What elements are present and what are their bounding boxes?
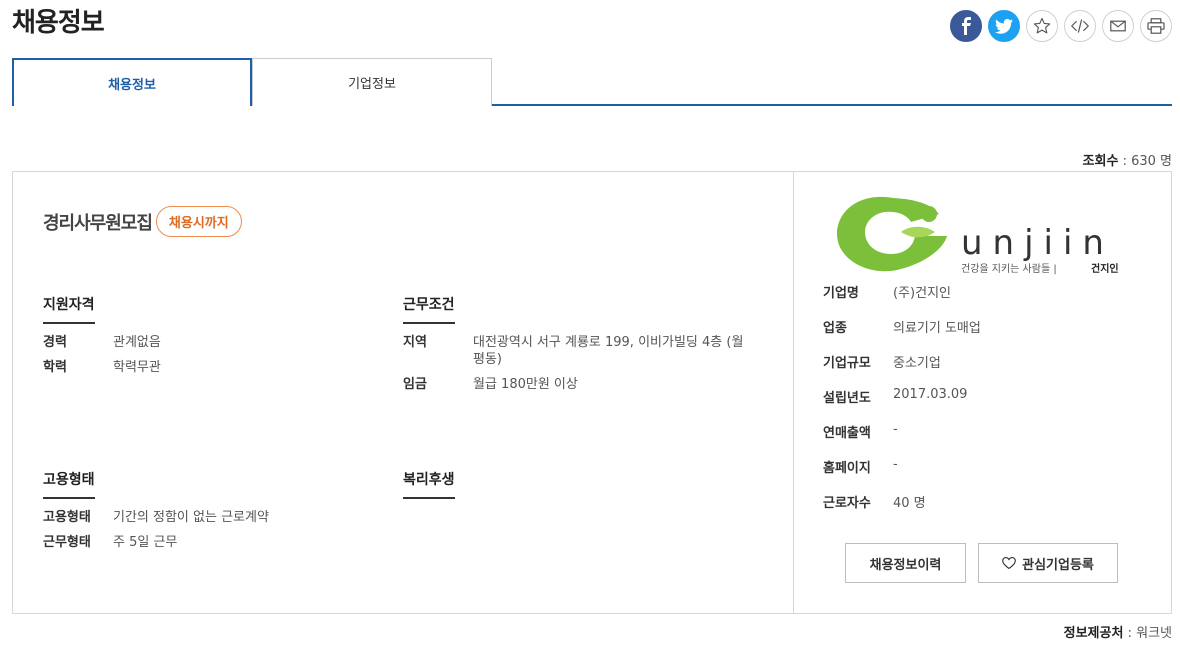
row-value: 관계없음 — [113, 335, 161, 350]
condition-row: 지역 대전광역시 서구 계룡로 199, 이비가빌딩 4층 (월평동) — [403, 334, 753, 368]
company-row: 설립년도 2017.03.09 — [823, 387, 981, 422]
favorite-company-label: 관심기업등록 — [1022, 557, 1094, 573]
row-value: - — [893, 457, 898, 472]
welfare-section: 복리후생 — [403, 469, 455, 499]
company-row: 근로자수 40 명 — [823, 492, 981, 527]
deadline-badge: 채용시까지 — [155, 206, 242, 237]
bookmark-button[interactable] — [1026, 10, 1058, 42]
row-value: 주 5일 근무 — [113, 535, 178, 550]
conditions-heading: 근무조건 — [403, 294, 455, 324]
row-value: - — [893, 422, 898, 437]
print-icon — [1147, 18, 1165, 34]
employment-row: 고용형태 기간의 정함이 없는 근로계약 — [43, 509, 269, 526]
panel-divider — [793, 172, 794, 613]
heart-icon — [1002, 557, 1016, 569]
share-toolbar — [950, 10, 1172, 42]
row-value: 학력무관 — [113, 360, 161, 375]
qualification-row: 경력 관계없음 — [43, 334, 161, 351]
row-value: 기간의 정함이 없는 근로계약 — [113, 510, 269, 525]
qualifications-section: 지원자격 경력 관계없음 학력 학력무관 — [43, 294, 161, 376]
row-key: 근무형태 — [43, 535, 91, 550]
info-source-label: 정보제공처 — [1063, 626, 1124, 641]
tab-job-info[interactable]: 채용정보 — [12, 58, 252, 106]
row-key: 기업명 — [823, 286, 859, 301]
row-value: 의료기기 도매업 — [893, 321, 981, 336]
company-row: 홈페이지 - — [823, 457, 981, 492]
logo-wordmark: unjiin — [961, 223, 1114, 263]
row-key: 홈페이지 — [823, 461, 871, 476]
row-value: 2017.03.09 — [893, 387, 968, 402]
row-key: 경력 — [43, 335, 67, 350]
row-value: (주)건지인 — [893, 286, 951, 301]
row-value: 월급 180만원 이상 — [473, 377, 578, 392]
facebook-icon — [962, 17, 971, 35]
info-source: 정보제공처 : 워크넷 — [1063, 626, 1172, 641]
row-key: 기업규모 — [823, 356, 871, 371]
favorite-company-button[interactable]: 관심기업등록 — [978, 543, 1118, 583]
row-value: 중소기업 — [893, 356, 941, 371]
row-key: 근로자수 — [823, 496, 871, 511]
row-key: 학력 — [43, 360, 67, 375]
qualifications-heading: 지원자격 — [43, 294, 95, 324]
row-value: 대전광역시 서구 계룡로 199, 이비가빌딩 4층 (월평동) — [473, 335, 744, 367]
row-key: 연매출액 — [823, 426, 871, 441]
row-key: 업종 — [823, 321, 847, 336]
tab-company-info[interactable]: 기업정보 — [252, 58, 492, 106]
job-title: 경리사무원모집 — [43, 212, 153, 234]
company-actions: 채용정보이력 관심기업등록 — [845, 543, 1118, 583]
star-icon — [1033, 17, 1051, 34]
employment-section: 고용형태 고용형태 기간의 정함이 없는 근로계약 근무형태 주 5일 근무 — [43, 469, 269, 551]
email-share-button[interactable] — [1102, 10, 1134, 42]
company-row: 기업명 (주)건지인 — [823, 282, 981, 317]
tab-bar: 채용정보 기업정보 — [12, 58, 1172, 106]
logo-brand: 건지인 — [1091, 262, 1119, 275]
code-icon — [1071, 19, 1089, 33]
embed-code-button[interactable] — [1064, 10, 1096, 42]
row-key: 임금 — [403, 377, 427, 392]
company-info: 기업명 (주)건지인 업종 의료기기 도매업 기업규모 중소기업 설립년도 2017.0… — [823, 282, 981, 527]
row-key: 고용형태 — [43, 510, 91, 525]
employment-heading: 고용형태 — [43, 469, 95, 499]
company-row: 기업규모 중소기업 — [823, 352, 981, 387]
company-logo: unjiin 건강을 지키는 사람들 | 건지인 — [831, 186, 1131, 276]
view-count-label: 조회수 — [1082, 154, 1119, 169]
view-count: 조회수 : 630 명 — [1082, 154, 1172, 169]
view-count-value: 630 명 — [1131, 154, 1172, 169]
print-button[interactable] — [1140, 10, 1172, 42]
row-value: 40 명 — [893, 496, 926, 511]
mail-icon — [1110, 20, 1126, 32]
logo-tagline: 건강을 지키는 사람들 | — [961, 262, 1057, 275]
conditions-section: 근무조건 지역 대전광역시 서구 계룡로 199, 이비가빌딩 4층 (월평동)… — [403, 294, 753, 393]
company-row: 업종 의료기기 도매업 — [823, 317, 981, 352]
info-source-value: 워크넷 — [1136, 626, 1172, 641]
condition-row: 임금 월급 180만원 이상 — [403, 376, 753, 393]
row-key: 지역 — [403, 335, 427, 350]
job-history-button[interactable]: 채용정보이력 — [845, 543, 966, 583]
company-row: 연매출액 - — [823, 422, 981, 457]
twitter-icon — [995, 18, 1013, 34]
twitter-share-button[interactable] — [988, 10, 1020, 42]
job-title-row: 경리사무원모집 채용시까지 — [43, 206, 242, 237]
welfare-heading: 복리후생 — [403, 469, 455, 499]
employment-row: 근무형태 주 5일 근무 — [43, 534, 269, 551]
job-detail-panel: 경리사무원모집 채용시까지 지원자격 경력 관계없음 학력 학력무관 근무조건 … — [12, 171, 1172, 614]
facebook-share-button[interactable] — [950, 10, 982, 42]
qualification-row: 학력 학력무관 — [43, 359, 161, 376]
row-key: 설립년도 — [823, 391, 871, 406]
page-title: 채용정보 — [12, 8, 105, 38]
